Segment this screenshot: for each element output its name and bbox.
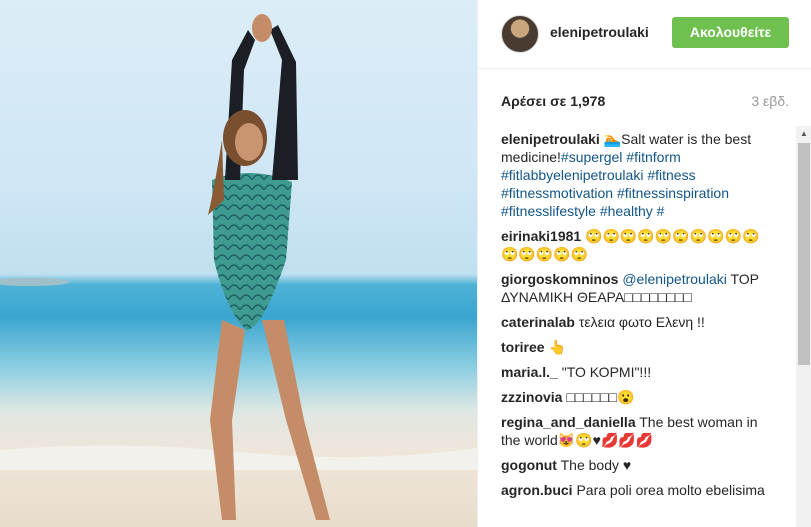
comment-user[interactable]: agron.buci: [501, 482, 573, 498]
author-username[interactable]: elenipetroulaki: [550, 24, 649, 40]
scroll-thumb[interactable]: [798, 143, 810, 365]
list-item: caterinalab τελεια φωτο Ελενη !!: [501, 313, 775, 331]
comment-text: τελεια φωτο Ελενη !!: [578, 314, 705, 330]
swimmer-emoji: 🏊: [603, 131, 622, 147]
list-item: agron.buci Para poli orea molto ebelisim…: [501, 481, 775, 499]
post-time[interactable]: 3 εβδ.: [751, 93, 789, 109]
comment-text: "ΤΟ ΚΟΡΜΙ"!!!: [561, 364, 652, 380]
list-item: toriree 👆: [501, 338, 775, 356]
comments-scrollbar[interactable]: ▲: [796, 126, 811, 527]
comment-user[interactable]: eirinaki1981: [501, 228, 581, 244]
list-item: regina_and_daniella The best woman in th…: [501, 413, 775, 449]
comment-user[interactable]: gogonut: [501, 457, 557, 473]
following-button[interactable]: Ακολουθείτε: [672, 17, 789, 48]
list-item: giorgoskomninos @elenipetroulaki TOP ΔΥΝ…: [501, 270, 775, 306]
comment-user[interactable]: zzzinovia: [501, 389, 562, 405]
comment-user[interactable]: elenipetroulaki: [501, 131, 600, 147]
comment-text: Para poli orea molto ebelisima: [576, 482, 765, 498]
comment-user[interactable]: caterinalab: [501, 314, 575, 330]
post-sidebar: elenipetroulaki Ακολουθείτε Αρέσει σε 1,…: [477, 0, 811, 527]
caption: elenipetroulaki 🏊Salt water is the best …: [501, 130, 775, 220]
list-item: eirinaki1981 🙄🙄🙄🙄🙄🙄🙄🙄🙄🙄🙄🙄🙄🙄🙄: [501, 227, 775, 263]
post-header: elenipetroulaki Ακολουθείτε: [478, 0, 811, 69]
comment-text: □□□□□□😮: [566, 389, 635, 405]
list-item: zzzinovia □□□□□□😮: [501, 388, 775, 406]
likes-count[interactable]: Αρέσει σε 1,978: [501, 93, 605, 109]
comment-user[interactable]: regina_and_daniella: [501, 414, 636, 430]
list-item: maria.l._ "ΤΟ ΚΟΡΜΙ"!!!: [501, 363, 775, 381]
comment-user[interactable]: maria.l._: [501, 364, 558, 380]
list-item: gogonut The body ♥: [501, 456, 775, 474]
avatar[interactable]: [501, 15, 539, 53]
comment-text: 👆: [548, 339, 566, 355]
comment-user[interactable]: toriree: [501, 339, 545, 355]
comment-user[interactable]: giorgoskomninos: [501, 271, 618, 287]
post-stats: Αρέσει σε 1,978 3 εβδ.: [501, 93, 789, 113]
post-photo[interactable]: [0, 0, 477, 527]
scroll-up-icon[interactable]: ▲: [796, 126, 811, 142]
comments-list: elenipetroulaki 🏊Salt water is the best …: [501, 130, 775, 527]
comment-text: The body ♥: [560, 457, 632, 473]
comment-mention[interactable]: @elenipetroulaki: [622, 271, 727, 287]
beach-photo-illustration: [0, 14, 477, 520]
